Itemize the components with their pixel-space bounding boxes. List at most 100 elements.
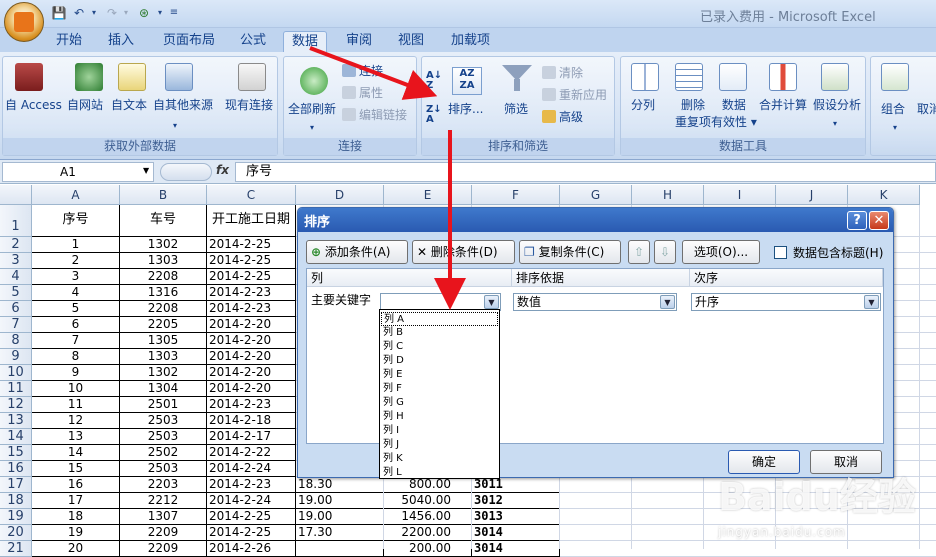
select-all-corner[interactable] [0, 185, 32, 205]
order-select[interactable]: 升序 ▼ [691, 293, 881, 311]
table-header-cell[interactable]: 车号 [120, 205, 207, 237]
connections-button[interactable]: 连接 [342, 63, 383, 80]
table-cell[interactable]: 2014-2-23 [207, 285, 296, 301]
table-cell[interactable]: 15 [32, 461, 120, 477]
name-box-dropdown-icon[interactable]: ▼ [143, 166, 149, 175]
table-cell[interactable]: 10 [32, 381, 120, 397]
from-other-sources-button[interactable]: 自其他来源 [153, 97, 213, 114]
help-button[interactable]: ? [847, 211, 867, 230]
table-cell[interactable]: 5040.00 [384, 493, 472, 509]
dropdown-option[interactable]: 列 A [381, 312, 498, 326]
table-cell[interactable]: 3013 [472, 509, 560, 525]
table-cell[interactable]: 1307 [120, 509, 207, 525]
office-button[interactable] [4, 2, 44, 42]
dropdown-option[interactable]: 列 J [381, 438, 498, 452]
formula-input[interactable]: 序号 [235, 162, 936, 182]
undo-dropdown-icon[interactable]: ▾ [85, 5, 103, 21]
column-header-k[interactable]: K [848, 185, 920, 205]
sort-on-select[interactable]: 数值 ▼ [513, 293, 677, 311]
row-header[interactable]: 20 [0, 525, 32, 541]
delete-level-button[interactable]: ✕ 删除条件(D) [412, 240, 515, 264]
table-cell[interactable]: 1303 [120, 349, 207, 365]
row-header[interactable]: 16 [0, 461, 32, 477]
table-cell[interactable]: 2014-2-25 [207, 509, 296, 525]
tab-review[interactable]: 审阅 [338, 31, 380, 52]
table-cell[interactable]: 1456.00 [384, 509, 472, 525]
table-cell[interactable]: 7 [32, 333, 120, 349]
table-cell[interactable]: 2503 [120, 461, 207, 477]
table-cell[interactable]: 1302 [120, 237, 207, 253]
group-dropdown-icon[interactable]: ▾ [893, 119, 897, 136]
customize-toolbar-icon[interactable]: ≡ [165, 5, 183, 21]
table-cell[interactable]: 19.00 [296, 493, 384, 509]
add-level-button[interactable]: ⊕ 添加条件(A) [306, 240, 408, 264]
row-header[interactable]: 5 [0, 285, 32, 301]
table-cell[interactable]: 2503 [120, 413, 207, 429]
table-cell[interactable]: 2014-2-25 [207, 253, 296, 269]
save-icon[interactable]: 💾 [50, 5, 68, 21]
what-if-dropdown-icon[interactable]: ▾ [833, 115, 837, 132]
table-cell[interactable]: 1305 [120, 333, 207, 349]
row-header[interactable]: 18 [0, 493, 32, 509]
move-up-button[interactable]: ⇧ [628, 240, 650, 264]
table-cell[interactable]: 3012 [472, 493, 560, 509]
row-header[interactable]: 8 [0, 333, 32, 349]
row-header[interactable]: 3 [0, 253, 32, 269]
table-cell[interactable]: 2014-2-23 [207, 301, 296, 317]
existing-connections-button[interactable]: 现有连接 [225, 97, 273, 114]
row-header[interactable]: 2 [0, 237, 32, 253]
table-cell[interactable]: 2203 [120, 477, 207, 493]
row-header[interactable]: 17 [0, 477, 32, 493]
table-cell[interactable]: 2014-2-25 [207, 237, 296, 253]
data-validation-button[interactable]: 数据 有效性 ▾ [711, 97, 757, 131]
refresh-dropdown-icon[interactable]: ▾ [310, 119, 314, 136]
dropdown-option[interactable]: 列 L [381, 466, 498, 480]
table-cell[interactable]: 1302 [120, 365, 207, 381]
sort-ascending-button[interactable]: A↓ Z [426, 71, 442, 91]
tab-view[interactable]: 视图 [390, 31, 432, 52]
table-cell[interactable]: 2014-2-17 [207, 429, 296, 445]
close-button[interactable]: ✕ [869, 211, 889, 230]
table-cell[interactable]: 20 [32, 541, 120, 557]
dropdown-option[interactable]: 列 D [381, 354, 498, 368]
chevron-down-icon[interactable]: ▼ [484, 295, 499, 309]
table-cell[interactable]: 3014 [472, 525, 560, 541]
row-header[interactable]: 15 [0, 445, 32, 461]
column-header-j[interactable]: J [776, 185, 848, 205]
group-button[interactable]: 组合 [881, 101, 905, 118]
chevron-down-icon[interactable]: ▼ [660, 295, 675, 309]
dropdown-option[interactable]: 列 B [381, 326, 498, 340]
table-cell[interactable]: 2205 [120, 317, 207, 333]
table-cell[interactable]: 2208 [120, 269, 207, 285]
move-down-button[interactable]: ⇩ [654, 240, 676, 264]
text-to-columns-button[interactable]: 分列 [631, 97, 655, 114]
column-header-h[interactable]: H [632, 185, 704, 205]
row-header[interactable]: 4 [0, 269, 32, 285]
table-cell[interactable]: 17 [32, 493, 120, 509]
has-headers-checkbox[interactable] [774, 246, 787, 259]
table-cell[interactable]: 12 [32, 413, 120, 429]
table-cell[interactable]: 6 [32, 317, 120, 333]
chevron-down-icon[interactable]: ▼ [864, 295, 879, 309]
row-header[interactable]: 14 [0, 429, 32, 445]
table-cell[interactable]: 2212 [120, 493, 207, 509]
table-cell[interactable]: 3 [32, 269, 120, 285]
table-cell[interactable]: 2209 [120, 525, 207, 541]
table-cell[interactable]: 11 [32, 397, 120, 413]
clear-filter-button[interactable]: 清除 [542, 65, 583, 82]
row-header[interactable]: 9 [0, 349, 32, 365]
column-header-f[interactable]: F [472, 185, 560, 205]
table-cell[interactable]: 18.30 [296, 477, 384, 493]
edit-links-button[interactable]: 编辑链接 [342, 107, 407, 124]
table-cell[interactable]: 2014-2-20 [207, 381, 296, 397]
row-header[interactable]: 7 [0, 317, 32, 333]
table-cell[interactable]: 1303 [120, 253, 207, 269]
insert-function-button[interactable]: fx [216, 163, 229, 177]
table-cell[interactable]: 17.30 [296, 525, 384, 541]
table-cell[interactable]: 8 [32, 349, 120, 365]
column-header-i[interactable]: I [704, 185, 776, 205]
table-cell[interactable]: 5 [32, 301, 120, 317]
tab-insert[interactable]: 插入 [100, 31, 142, 52]
table-cell[interactable]: 2501 [120, 397, 207, 413]
redo-dropdown-icon[interactable]: ▾ [117, 5, 135, 21]
